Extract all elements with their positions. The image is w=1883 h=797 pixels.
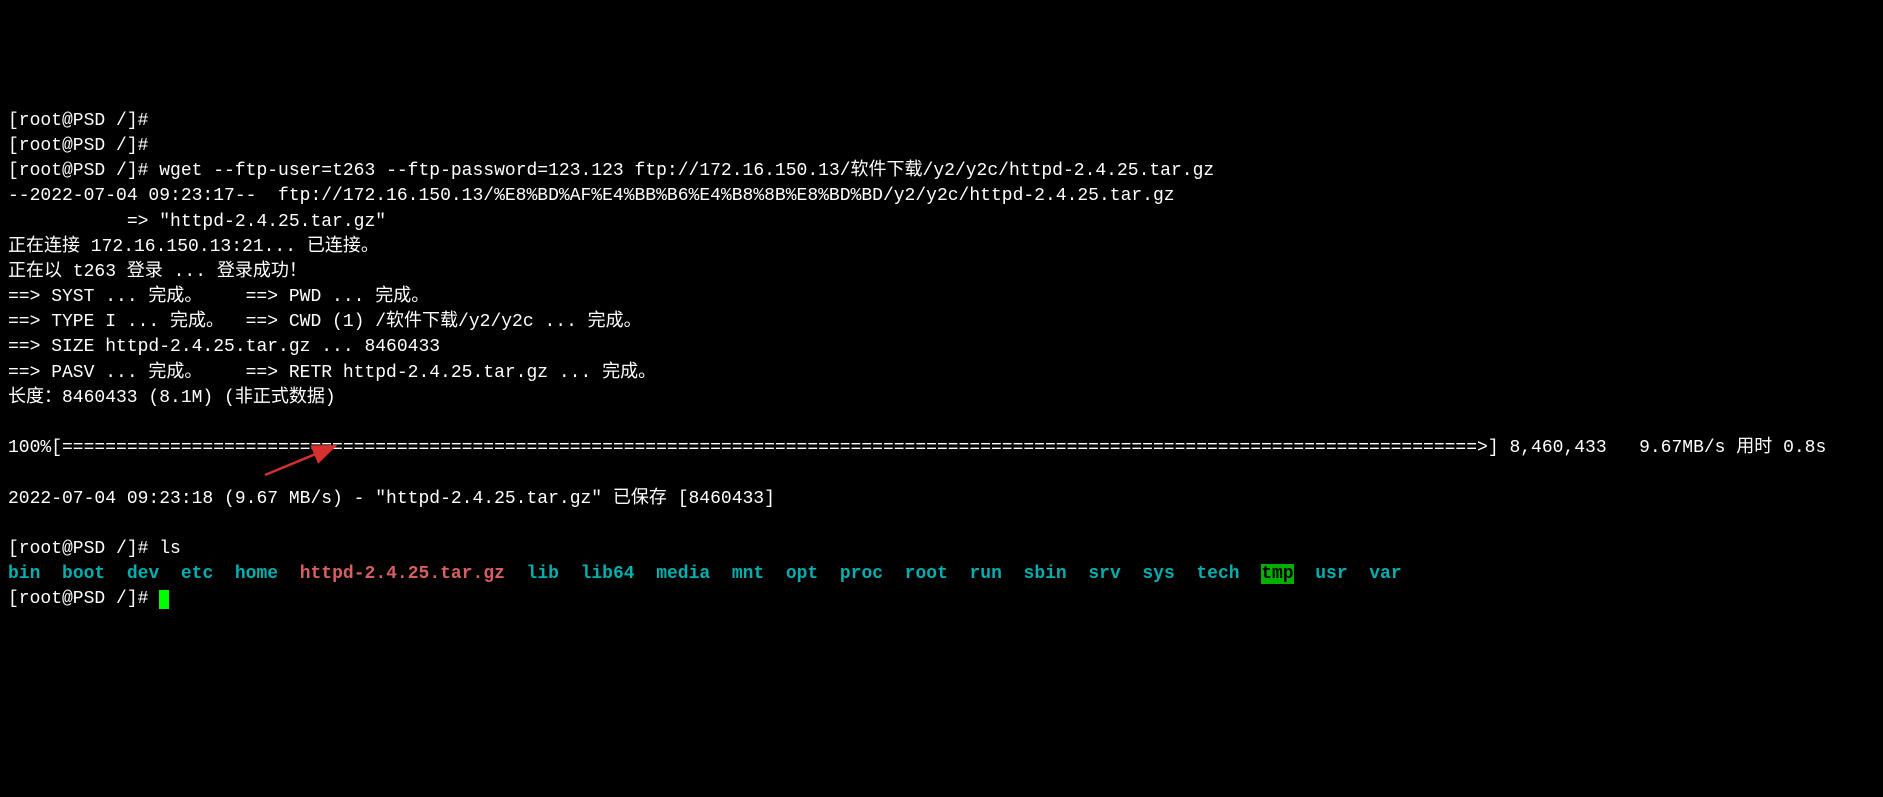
dir-lib: lib — [527, 564, 559, 584]
prompt: [root@PSD /]# — [8, 161, 159, 181]
prompt: [root@PSD /]# — [8, 539, 159, 559]
wget-line: 长度：8460433 (8.1M) (非正式数据) — [8, 388, 336, 408]
dir-etc: etc — [181, 564, 213, 584]
cursor — [159, 590, 169, 610]
wget-line: 正在以 t263 登录 ... 登录成功！ — [8, 262, 307, 282]
progress-bar: 100%[===================================… — [8, 438, 1826, 458]
dir-opt: opt — [786, 564, 818, 584]
dir-tech: tech — [1196, 564, 1239, 584]
file-httpd: httpd-2.4.25.tar.gz — [300, 564, 505, 584]
wget-line: 正在连接 172.16.150.13:21... 已连接。 — [8, 237, 379, 257]
wget-line: ==> SIZE httpd-2.4.25.tar.gz ... 8460433 — [8, 337, 440, 357]
dir-dev: dev — [127, 564, 159, 584]
dir-lib64: lib64 — [581, 564, 635, 584]
dir-mnt: mnt — [732, 564, 764, 584]
command-ls: ls — [159, 539, 181, 559]
dir-media: media — [656, 564, 710, 584]
wget-line: ==> SYST ... 完成。 ==> PWD ... 完成。 — [8, 287, 429, 307]
dir-run: run — [970, 564, 1002, 584]
dir-tmp: tmp — [1261, 564, 1293, 584]
command-wget: wget --ftp-user=t263 --ftp-password=123.… — [159, 161, 1214, 181]
wget-line: ==> PASV ... 完成。 ==> RETR httpd-2.4.25.t… — [8, 363, 656, 383]
wget-line: --2022-07-04 09:23:17-- ftp://172.16.150… — [8, 186, 1175, 206]
dir-usr: usr — [1315, 564, 1347, 584]
wget-line: => "httpd-2.4.25.tar.gz" — [8, 212, 386, 232]
dir-srv: srv — [1088, 564, 1120, 584]
prompt: [root@PSD /]# — [8, 589, 159, 609]
dir-proc: proc — [840, 564, 883, 584]
terminal-output[interactable]: [root@PSD /]# [root@PSD /]# [root@PSD /]… — [8, 109, 1875, 613]
dir-boot: boot — [62, 564, 105, 584]
wget-saved: 2022-07-04 09:23:18 (9.67 MB/s) - "httpd… — [8, 489, 775, 509]
dir-sbin: sbin — [1024, 564, 1067, 584]
prompt: [root@PSD /]# — [8, 111, 148, 131]
dir-bin: bin — [8, 564, 40, 584]
dir-sys: sys — [1142, 564, 1174, 584]
wget-line: ==> TYPE I ... 完成。 ==> CWD (1) /软件下载/y2/… — [8, 312, 642, 332]
dir-root: root — [905, 564, 948, 584]
prompt: [root@PSD /]# — [8, 136, 148, 156]
dir-home: home — [235, 564, 278, 584]
dir-var: var — [1369, 564, 1401, 584]
